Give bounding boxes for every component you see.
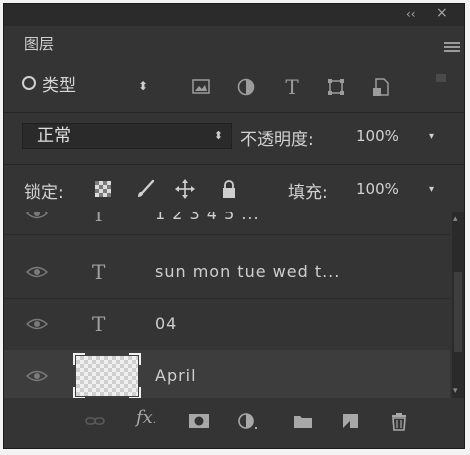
select-arrows-icon: ⬍ [213,129,223,142]
thumbnail-corner [129,353,141,365]
layer-row[interactable]: T 04 [4,298,450,351]
layer-mask-icon[interactable] [188,411,210,431]
thumbnail-corner [73,353,85,365]
panel-menu-icon[interactable] [444,42,460,52]
smart-object-filter-icon[interactable] [370,76,392,98]
thumbnail-corner [73,387,85,398]
lock-row: 锁定: 填充: 100% ▾ [4,172,464,208]
fx-icon[interactable]: fx. [136,407,166,428]
scroll-up-icon[interactable]: ▴ [453,214,458,224]
select-arrows-icon: ⬍ [138,79,149,93]
layer-row[interactable]: T 1 2 3 4 5 ... [4,212,450,235]
type-filter-icon[interactable]: T [281,76,303,98]
fill-label: 填充: [288,183,328,203]
panel-title-bar: ‹‹ × [4,4,464,26]
opacity-value[interactable]: 100% [356,127,399,145]
shape-filter-icon[interactable] [325,76,347,98]
link-layers-icon[interactable] [84,411,106,431]
divider [4,112,464,113]
adjustment-filter-icon[interactable] [235,76,257,98]
scroll-down-icon[interactable]: ▾ [453,386,458,396]
tab-layers[interactable]: 图层 [4,31,70,57]
new-layer-icon[interactable] [340,411,362,431]
filter-toggle-icon[interactable] [436,74,446,82]
lock-label: 锁定: [24,183,64,203]
blend-row: 正常 ⬍ 不透明度: 100% ▾ [4,119,464,155]
thumbnail-corner [129,387,141,398]
opacity-dropdown-icon[interactable]: ▾ [429,131,434,142]
close-panel-button[interactable]: × [436,5,448,21]
filter-kind-label: 类型 [42,76,76,96]
scrollbar-thumb[interactable] [454,272,462,352]
new-group-icon[interactable] [292,411,314,431]
text-layer-icon: T [92,312,106,336]
collapse-panel-button[interactable]: ‹‹ [406,7,416,21]
layer-name: 04 [155,314,178,333]
fx-label: fx [136,407,153,428]
filter-kind-select[interactable]: 类型 ⬍ [16,72,156,100]
lock-transparent-icon[interactable] [92,178,114,200]
lock-image-icon[interactable] [134,178,156,200]
visibility-eye-icon[interactable] [26,369,48,383]
lock-position-icon[interactable] [174,178,196,200]
fill-dropdown-icon[interactable]: ▾ [429,184,434,195]
blend-mode-select[interactable]: 正常 ⬍ [22,123,232,149]
text-layer-icon: T [92,212,106,226]
layers-panel: ‹‹ × 图层 类型 ⬍ T 正常 ⬍ 不透明度: 100% ▾ 锁定: 填充:… [3,3,465,449]
layer-row-selected[interactable]: April [4,350,450,398]
adjustment-layer-icon[interactable] [236,411,258,431]
search-icon [22,76,36,90]
layer-name: April [155,366,197,385]
image-filter-icon[interactable] [190,76,212,98]
opacity-label: 不透明度: [240,130,314,150]
visibility-eye-icon[interactable] [26,317,48,331]
layer-name: sun mon tue wed t... [155,262,341,281]
text-layer-icon: T [92,260,106,284]
layers-list: T 1 2 3 4 5 ... T sun mon tue wed t... T… [4,212,450,398]
trash-icon[interactable] [388,411,410,431]
visibility-eye-icon[interactable] [26,265,48,279]
layers-bottom-bar: fx. [4,399,464,445]
visibility-eye-icon[interactable] [26,212,48,220]
layer-row[interactable]: T sun mon tue wed t... [4,246,450,299]
lock-all-icon[interactable] [218,178,240,200]
divider [4,164,464,165]
fill-value[interactable]: 100% [356,180,399,198]
blend-mode-value: 正常 [37,126,71,146]
layer-name: 1 2 3 4 5 ... [155,212,260,223]
layers-scrollbar[interactable]: ▴ ▾ [452,212,464,398]
layer-thumbnail[interactable] [73,353,141,398]
layer-filter-row: 类型 ⬍ T [4,68,464,106]
